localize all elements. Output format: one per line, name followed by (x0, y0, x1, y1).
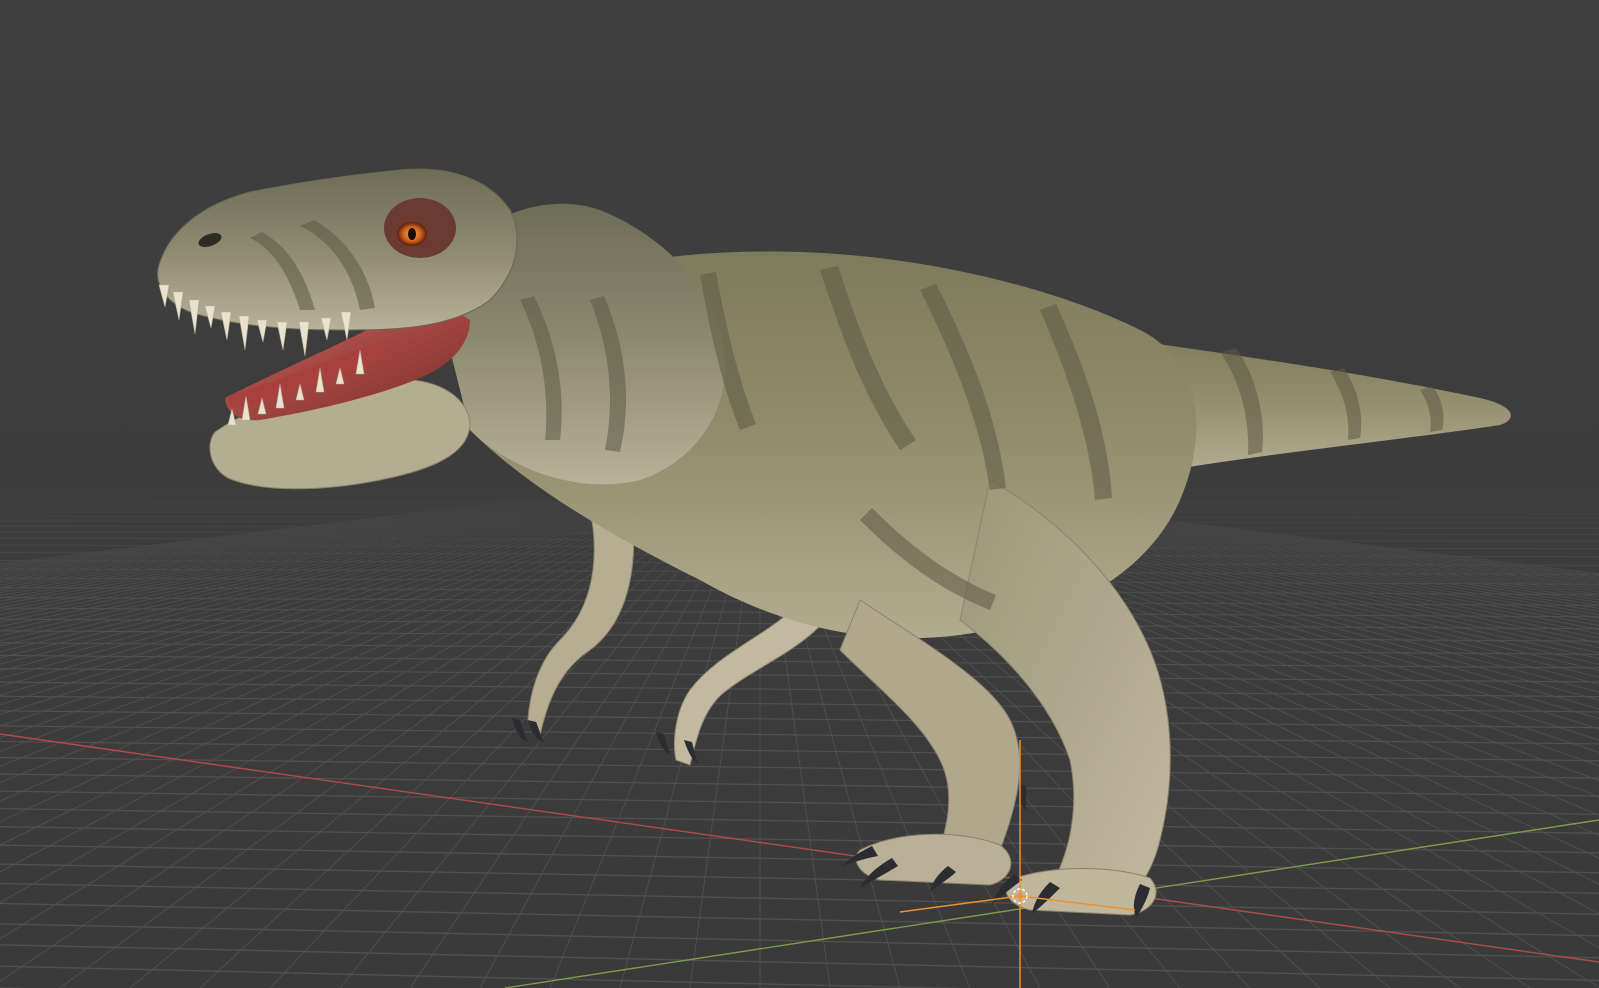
grid-line (0, 642, 1599, 655)
tooth (188, 299, 200, 335)
grid-line (0, 965, 967, 988)
grid-line (0, 882, 1599, 915)
tooth (238, 315, 250, 351)
pupil (408, 228, 416, 240)
3d-viewport[interactable] (0, 0, 1599, 988)
grid-line (0, 725, 1599, 745)
viewport-canvas[interactable] (0, 0, 1599, 988)
tooth (256, 319, 268, 343)
tooth (220, 311, 232, 341)
grid-line (0, 667, 1599, 683)
tooth (298, 321, 310, 357)
left-foot (855, 833, 1012, 886)
tooth (276, 321, 288, 351)
grid-line (0, 902, 1599, 937)
right-foot (1005, 868, 1157, 916)
grid-line (0, 654, 1599, 669)
grid-line (0, 710, 1599, 729)
grid-line (0, 923, 1599, 959)
grid-line (0, 773, 1599, 797)
grid-line (0, 807, 1599, 834)
grid-line (0, 740, 1599, 762)
